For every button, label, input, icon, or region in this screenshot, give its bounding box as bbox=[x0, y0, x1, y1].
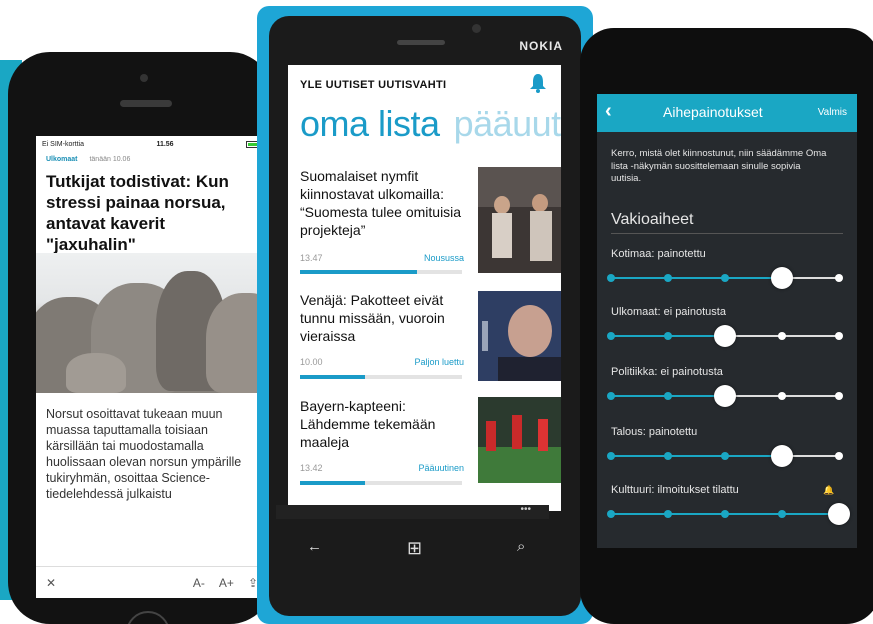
slider-thumb[interactable] bbox=[714, 385, 736, 407]
slider-stop bbox=[607, 452, 615, 460]
news-thumbnail bbox=[478, 397, 561, 483]
slider-thumb[interactable] bbox=[828, 503, 850, 525]
camera-icon bbox=[140, 74, 148, 82]
slider-track-filled bbox=[611, 455, 782, 457]
back-arrow-icon[interactable]: ← bbox=[307, 538, 322, 555]
slider-stop bbox=[835, 452, 843, 460]
search-icon[interactable]: ⌕ bbox=[517, 538, 525, 555]
pivot-header: oma lista pääuut bbox=[300, 103, 561, 145]
slider-stop bbox=[835, 332, 843, 340]
slider-stop bbox=[607, 510, 615, 518]
article-body: Norsut osoittavat tukeaan muun muassa ta… bbox=[46, 407, 242, 501]
slider-stop bbox=[721, 452, 729, 460]
article-meta: Ulkomaat tänään 10.06 bbox=[36, 152, 268, 163]
slider-stop bbox=[664, 510, 672, 518]
slider-thumb[interactable] bbox=[771, 445, 793, 467]
camera-icon bbox=[472, 24, 481, 33]
app-header: YLE UUTISET UUTISVAHTI bbox=[300, 79, 447, 91]
windows-logo-icon[interactable]: ⊞ bbox=[407, 538, 422, 559]
read-progress-bar bbox=[300, 375, 462, 379]
weight-slider[interactable] bbox=[607, 325, 843, 347]
slider-thumb[interactable] bbox=[714, 325, 736, 347]
news-headline: Venäjä: Pakotteet eivät tunnu missään, v… bbox=[300, 292, 445, 344]
font-larger-button[interactable]: A+ bbox=[219, 576, 234, 590]
news-tag: Pääuutinen bbox=[418, 463, 464, 473]
iphone-screen: Ei SIM-korttia 11.56 Ulkomaat tänään 10.… bbox=[36, 136, 268, 598]
nokia-device: NOKIA YLE UUTISET UUTISVAHTI oma lista pä… bbox=[257, 6, 593, 624]
slider-track-filled bbox=[611, 277, 782, 279]
stage: Ei SIM-korttia 11.56 Ulkomaat tänään 10.… bbox=[0, 0, 873, 624]
hardware-nav: ← ⊞ ⌕ bbox=[285, 538, 541, 568]
news-headline: Suomalaiset nymfit kiinnostavat ulkomail… bbox=[300, 168, 462, 238]
news-thumbnail bbox=[478, 291, 561, 381]
pivot-paauutiset[interactable]: pääuut bbox=[454, 103, 561, 144]
status-bar: Ei SIM-korttia 11.56 bbox=[36, 136, 268, 152]
bell-icon[interactable] bbox=[529, 73, 547, 93]
pivot-oma-lista[interactable]: oma lista bbox=[300, 103, 440, 144]
settings-title: Aihepainotukset bbox=[663, 104, 763, 120]
weight-slider[interactable] bbox=[607, 503, 850, 525]
weight-slider[interactable] bbox=[607, 445, 843, 467]
news-time: 13.42 bbox=[300, 463, 323, 473]
close-icon[interactable]: ✕ bbox=[46, 576, 56, 590]
done-button[interactable]: Valmis bbox=[818, 107, 847, 118]
news-item[interactable]: Venäjä: Pakotteet eivät tunnu missään, v… bbox=[300, 291, 561, 401]
iphone-device: Ei SIM-korttia 11.56 Ulkomaat tänään 10.… bbox=[8, 52, 272, 624]
article-category[interactable]: Ulkomaat bbox=[46, 156, 78, 163]
weight-slider[interactable] bbox=[607, 267, 843, 289]
slider-stop bbox=[664, 392, 672, 400]
news-item[interactable]: Bayern-kapteeni: Lähdemme tekemään maale… bbox=[300, 397, 561, 507]
slider-stop bbox=[721, 510, 729, 518]
pref-label: Kotimaa: painotettu bbox=[611, 248, 706, 260]
app-bar-more-button[interactable]: ••• bbox=[276, 505, 549, 519]
read-progress-bar bbox=[300, 270, 462, 274]
section-divider bbox=[611, 233, 843, 234]
slider-stop bbox=[664, 452, 672, 460]
slider-stop bbox=[778, 392, 786, 400]
news-headline: Bayern-kapteeni: Lähdemme tekemään maale… bbox=[300, 398, 436, 450]
slider-stop bbox=[721, 274, 729, 282]
settings-intro: Kerro, mistä olet kiinnostunut, niin sää… bbox=[611, 148, 827, 184]
slider-stop bbox=[778, 510, 786, 518]
pref-label: Talous: painotettu bbox=[611, 426, 698, 438]
slider-stop bbox=[778, 332, 786, 340]
weight-slider[interactable] bbox=[607, 385, 843, 407]
settings-toolbar: ‹ Aihepainotukset Valmis bbox=[597, 94, 857, 132]
slider-stop bbox=[664, 332, 672, 340]
reader-toolbar: ✕ A- A+ ⇪ bbox=[36, 566, 268, 598]
speaker-grille bbox=[397, 40, 445, 45]
back-chevron-icon[interactable]: ‹ bbox=[605, 100, 612, 123]
news-thumbnail bbox=[478, 167, 561, 273]
news-item[interactable]: Suomalaiset nymfit kiinnostavat ulkomail… bbox=[300, 167, 561, 277]
news-time: 10.00 bbox=[300, 357, 323, 367]
pref-label: Politiikka: ei painotusta bbox=[611, 366, 723, 378]
slider-thumb[interactable] bbox=[771, 267, 793, 289]
carrier-label: Ei SIM-korttia bbox=[42, 140, 85, 148]
bell-icon: 🔔 bbox=[823, 485, 835, 495]
slider-stop bbox=[607, 332, 615, 340]
slider-stop bbox=[607, 274, 615, 282]
pref-label: Kulttuuri: ilmoitukset tilattu bbox=[611, 484, 739, 496]
slider-stop bbox=[835, 392, 843, 400]
android-screen: ‹ Aihepainotukset Valmis Kerro, mistä ol… bbox=[597, 94, 857, 548]
nokia-screen: YLE UUTISET UUTISVAHTI oma lista pääuut S… bbox=[288, 65, 561, 511]
article-title: Tutkijat todistivat: Kun stressi painaa … bbox=[46, 172, 229, 254]
slider-stop bbox=[835, 274, 843, 282]
pref-label: Ulkomaat: ei painotusta bbox=[611, 306, 726, 318]
slider-stop bbox=[664, 274, 672, 282]
news-tag: Nousussa bbox=[423, 253, 464, 263]
news-tag: Paljon luettu bbox=[414, 357, 464, 367]
speaker-grille bbox=[120, 100, 172, 107]
brand-logo: NOKIA bbox=[519, 39, 563, 53]
read-progress-bar bbox=[300, 481, 462, 485]
slider-stop bbox=[607, 392, 615, 400]
article-image bbox=[36, 253, 268, 393]
clock: 11.56 bbox=[156, 140, 174, 148]
section-heading: Vakioaiheet bbox=[611, 211, 694, 228]
font-smaller-button[interactable]: A- bbox=[193, 576, 205, 590]
article-date: tänään 10.06 bbox=[89, 156, 131, 163]
home-button[interactable] bbox=[126, 611, 170, 624]
news-time: 13.47 bbox=[300, 253, 323, 263]
